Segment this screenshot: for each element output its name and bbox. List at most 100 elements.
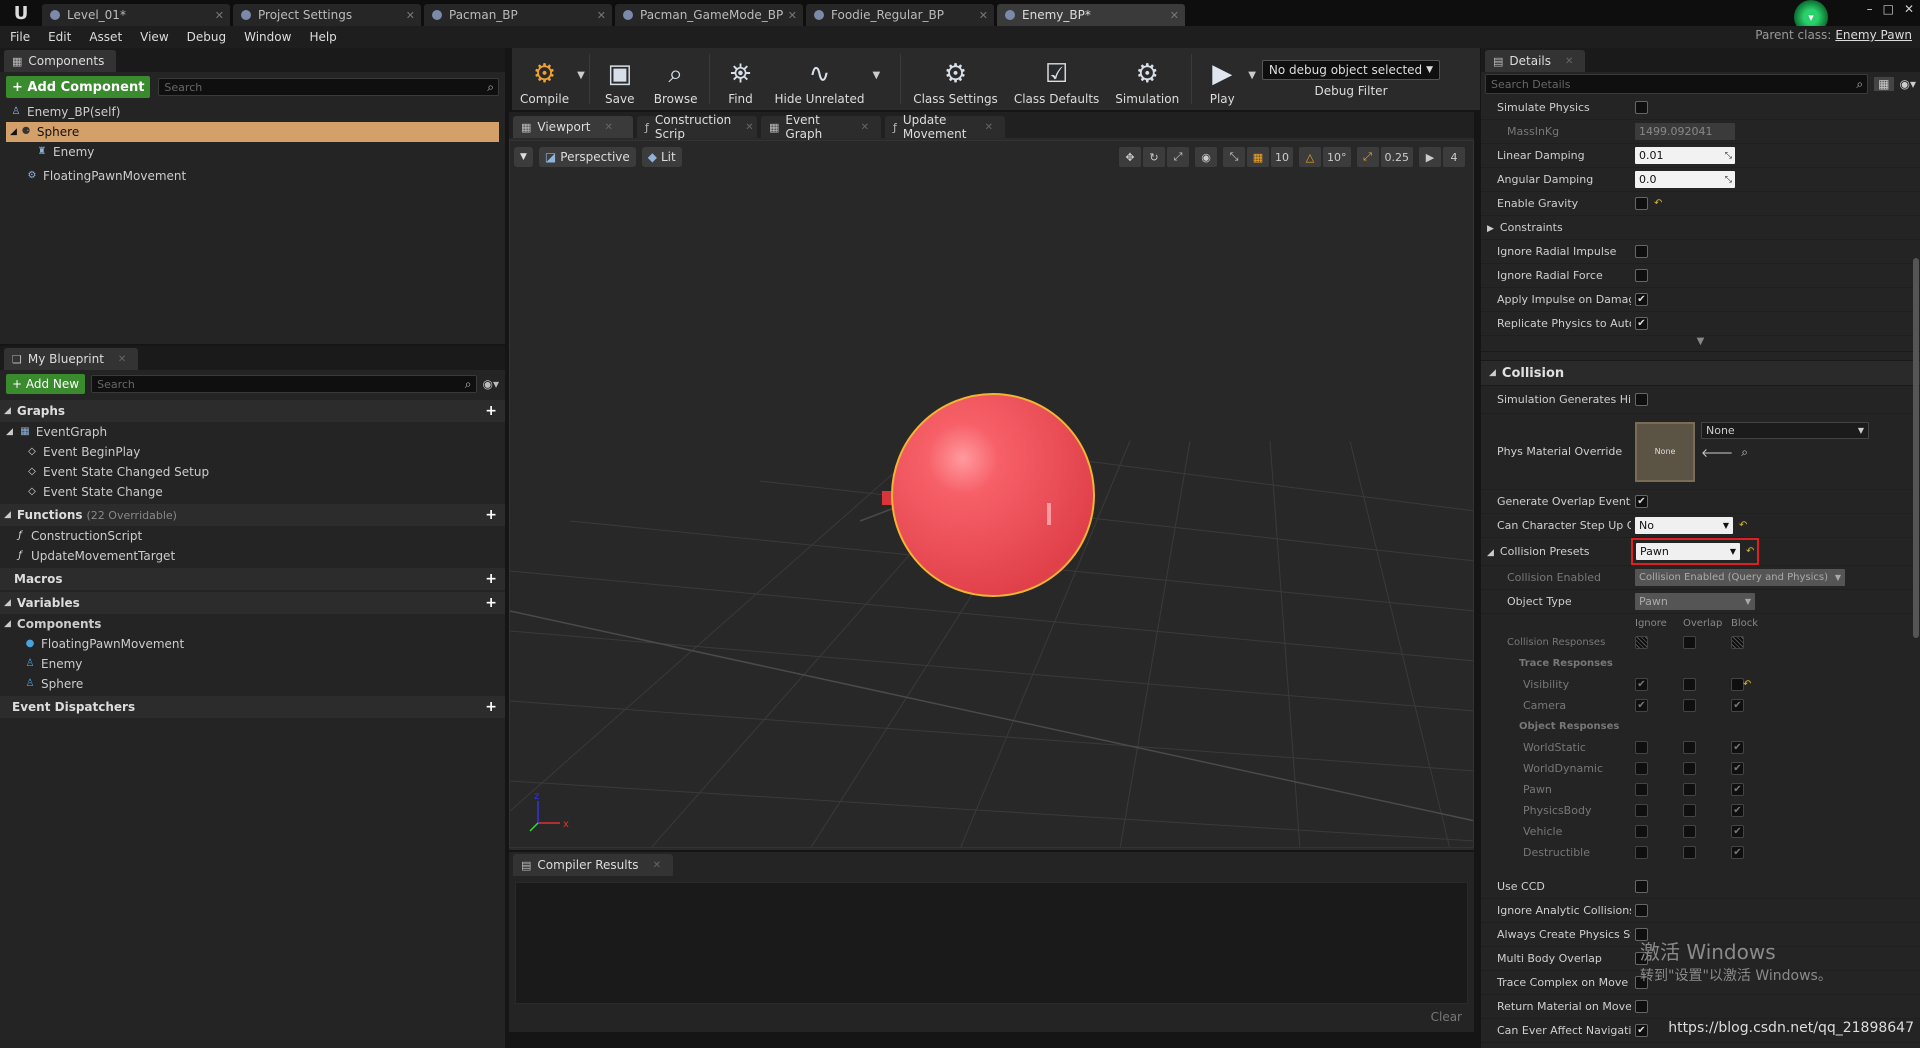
response-checkbox[interactable] bbox=[1635, 783, 1648, 796]
camera-speed-icon[interactable]: ▶ bbox=[1419, 147, 1441, 167]
response-checkbox[interactable]: ✔ bbox=[1731, 804, 1744, 817]
menu-item[interactable]: Edit bbox=[48, 30, 71, 44]
browse-button[interactable]: ⌕ Browse bbox=[646, 48, 706, 107]
close-tab-icon[interactable]: ✕ bbox=[604, 122, 612, 133]
eye-icon[interactable]: ◉▾ bbox=[483, 377, 500, 391]
hide-unrelated-options-icon[interactable]: ▼ bbox=[873, 70, 881, 81]
document-tab[interactable]: Enemy_BP* ✕ bbox=[997, 4, 1185, 26]
response-checkbox[interactable]: ✔ bbox=[1731, 846, 1744, 859]
response-checkbox[interactable] bbox=[1683, 741, 1696, 754]
property-checkbox[interactable] bbox=[1635, 245, 1648, 258]
editor-tab[interactable]: ▦ Viewport ✕ bbox=[513, 116, 633, 138]
close-tab-icon[interactable]: ✕ bbox=[861, 122, 869, 133]
expand-icon[interactable]: ▶ bbox=[1487, 224, 1494, 234]
add-graph-icon[interactable]: + bbox=[485, 403, 497, 419]
collision-presets-dropdown[interactable]: Pawn ▼ bbox=[1636, 543, 1740, 560]
number-field[interactable]: 0.01 ⤡ bbox=[1635, 147, 1735, 164]
event-item[interactable]: ◇ Event State Changed Setup bbox=[6, 462, 505, 482]
document-tab[interactable]: Project Settings ✕ bbox=[233, 4, 421, 26]
reset-to-default-icon[interactable]: ↶ bbox=[1746, 546, 1754, 557]
camera-speed-value[interactable]: 4 bbox=[1443, 147, 1465, 167]
class-defaults-button[interactable]: ☑ Class Defaults bbox=[1006, 48, 1107, 106]
close-tab-icon[interactable]: ✕ bbox=[1565, 56, 1573, 67]
menu-item[interactable]: View bbox=[140, 30, 168, 44]
add-component-button[interactable]: + Add Component bbox=[6, 76, 151, 98]
property-checkbox[interactable]: ✔ bbox=[1635, 293, 1648, 306]
surface-snap-icon[interactable]: ⤡ bbox=[1223, 147, 1245, 167]
response-checkbox[interactable] bbox=[1635, 636, 1648, 649]
response-checkbox[interactable]: ✔ bbox=[1731, 741, 1744, 754]
grid-snap-icon[interactable]: ▦ bbox=[1247, 147, 1269, 167]
translate-icon[interactable]: ✥ bbox=[1119, 147, 1141, 167]
response-checkbox[interactable] bbox=[1635, 846, 1648, 859]
add-variable-icon[interactable]: + bbox=[485, 595, 497, 611]
close-icon[interactable]: ✕ bbox=[1904, 2, 1914, 16]
section-graphs[interactable]: ◢ Graphs + bbox=[0, 400, 505, 422]
viewport[interactable]: x z ▼ ◪ Perspective ◆ Lit ✥ ↻ ⤢ ◉ ⤡ ▦ 10 △… bbox=[509, 140, 1474, 848]
menu-item[interactable]: Help bbox=[309, 30, 336, 44]
use-selected-arrow-icon[interactable]: 🡐 bbox=[1701, 445, 1733, 460]
menu-item[interactable]: File bbox=[10, 30, 30, 44]
tree-item-self[interactable]: ♙ Enemy_BP(self) bbox=[6, 102, 499, 122]
document-tab[interactable]: Pacman_BP ✕ bbox=[424, 4, 612, 26]
play-options-icon[interactable]: ▼ bbox=[1248, 70, 1256, 81]
category-collision[interactable]: ◢ Collision bbox=[1481, 360, 1920, 386]
menu-item[interactable]: Asset bbox=[89, 30, 122, 44]
section-functions[interactable]: ◢ Functions (22 Overridable) + bbox=[0, 504, 505, 526]
add-macro-icon[interactable]: + bbox=[485, 571, 497, 587]
section-variables[interactable]: ◢ Variables + bbox=[0, 592, 505, 614]
tab-components[interactable]: ▦ Components bbox=[4, 50, 117, 72]
scale-snap-value[interactable]: 0.25 bbox=[1380, 147, 1413, 167]
add-new-button[interactable]: + Add New bbox=[6, 374, 86, 394]
tree-item-sphere[interactable]: ◢ ⚈ Sphere bbox=[6, 122, 499, 142]
document-tab[interactable]: Foodie_Regular_BP ✕ bbox=[806, 4, 994, 26]
maximize-icon[interactable]: □ bbox=[1883, 2, 1894, 16]
editor-tab[interactable]: ƒ Construction Scrip ✕ bbox=[637, 113, 757, 141]
close-tab-icon[interactable]: ✕ bbox=[597, 9, 606, 22]
tree-item-floating-movement[interactable]: ⚙ FloatingPawnMovement bbox=[6, 166, 499, 186]
class-settings-button[interactable]: ⚙ Class Settings bbox=[905, 48, 1006, 106]
close-tab-icon[interactable]: ✕ bbox=[1170, 9, 1179, 22]
parent-class-link[interactable]: Enemy Pawn bbox=[1835, 28, 1912, 42]
response-checkbox[interactable] bbox=[1635, 825, 1648, 838]
sphere-component[interactable] bbox=[891, 393, 1095, 597]
number-field[interactable]: 0.0 ⤡ bbox=[1635, 171, 1735, 188]
menu-item[interactable]: Debug bbox=[187, 30, 226, 44]
material-thumbnail[interactable]: None bbox=[1635, 421, 1695, 482]
variable-item[interactable]: ● FloatingPawnMovement bbox=[24, 634, 505, 654]
event-item[interactable]: ◇ Event BeginPlay bbox=[6, 442, 505, 462]
response-checkbox[interactable]: ✔ bbox=[1731, 783, 1744, 796]
debug-object-dropdown[interactable]: No debug object selected ▼ bbox=[1261, 60, 1441, 80]
close-tab-icon[interactable]: ✕ bbox=[406, 9, 415, 22]
find-button[interactable]: ⛯ Find bbox=[714, 48, 766, 107]
property-matrix-icon[interactable]: ▦ bbox=[1874, 77, 1894, 91]
graph-item[interactable]: ◢ ▦ EventGraph bbox=[6, 422, 505, 442]
component-search-input[interactable]: Search ⌕ bbox=[158, 78, 499, 96]
response-checkbox[interactable] bbox=[1635, 762, 1648, 775]
property-checkbox[interactable]: ✔ bbox=[1635, 317, 1648, 330]
response-checkbox[interactable]: ✔ bbox=[1635, 678, 1648, 691]
editor-tab[interactable]: ƒ Update Movement ✕ bbox=[885, 113, 1005, 141]
phys-material-dropdown[interactable]: None ▼ bbox=[1701, 421, 1869, 439]
compile-button[interactable]: ⚙ Compile bbox=[512, 48, 577, 106]
viewport-options-button[interactable]: ▼ bbox=[514, 147, 533, 167]
play-button[interactable]: ▶ Play bbox=[1196, 48, 1248, 106]
collision-enabled-dropdown[interactable]: Collision Enabled (Query and Physics) ▼ bbox=[1635, 569, 1845, 586]
grid-snap-value[interactable]: 10 bbox=[1271, 147, 1293, 167]
response-checkbox[interactable]: ✔ bbox=[1731, 825, 1744, 838]
close-tab-icon[interactable]: ✕ bbox=[979, 9, 988, 22]
property-checkbox[interactable]: ✔ bbox=[1635, 1024, 1648, 1037]
reset-to-default-icon[interactable]: ↶ bbox=[1739, 520, 1747, 531]
function-item[interactable]: ƒ UpdateMovementTarget bbox=[14, 546, 505, 566]
response-checkbox[interactable] bbox=[1683, 825, 1696, 838]
add-function-icon[interactable]: + bbox=[485, 507, 497, 523]
advanced-expand-icon[interactable]: ▼ bbox=[1481, 336, 1920, 352]
scale-icon[interactable]: ⤢ bbox=[1167, 147, 1189, 167]
response-checkbox[interactable] bbox=[1683, 804, 1696, 817]
response-checkbox[interactable] bbox=[1683, 762, 1696, 775]
section-event-dispatchers[interactable]: Event Dispatchers + bbox=[0, 696, 505, 718]
response-checkbox[interactable] bbox=[1731, 636, 1744, 649]
can-step-up-dropdown[interactable]: No ▼ bbox=[1635, 517, 1733, 534]
save-button[interactable]: ▣ Save bbox=[594, 48, 646, 106]
details-search-input[interactable]: Search Details ⌕ bbox=[1485, 74, 1869, 94]
